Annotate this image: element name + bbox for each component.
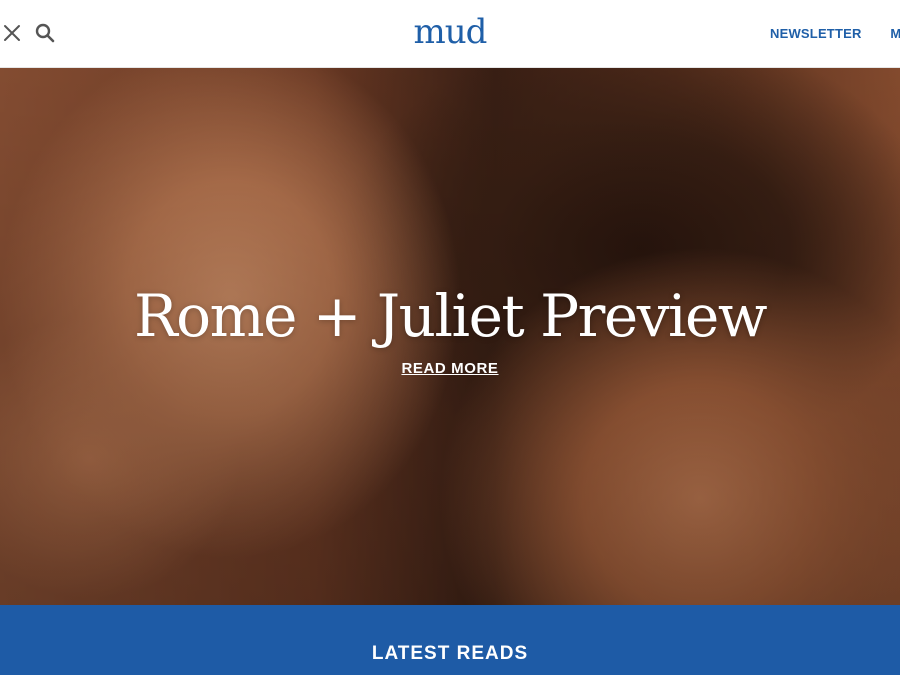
site-header: mud NEWSLETTER MAG — [0, 0, 900, 68]
read-more-link[interactable]: READ MORE — [401, 360, 498, 377]
nav-item-mag[interactable]: MAG — [890, 26, 900, 41]
latest-reads-section: LATEST READS — [0, 605, 900, 675]
hero-title[interactable]: Rome + Juliet Preview — [0, 280, 900, 352]
latest-reads-heading: LATEST READS — [371, 643, 529, 664]
hero-banner[interactable]: Rome + Juliet Preview READ MORE — [0, 68, 900, 605]
site-logo[interactable]: mud — [0, 10, 900, 54]
main-nav: NEWSLETTER MAG — [770, 26, 900, 41]
hero-link-container: READ MORE — [0, 360, 900, 378]
nav-item-newsletter[interactable]: NEWSLETTER — [770, 26, 862, 41]
